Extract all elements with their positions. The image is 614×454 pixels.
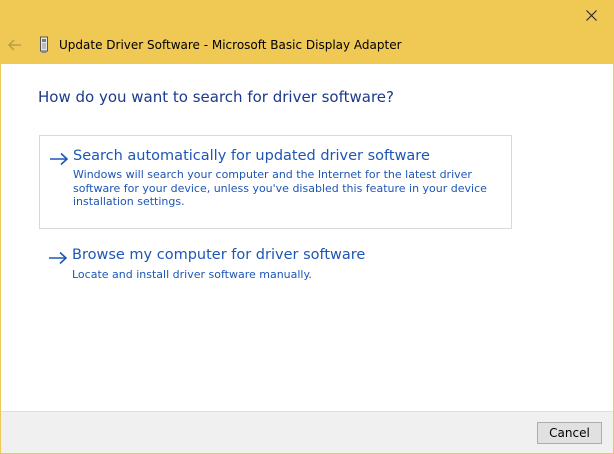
update-driver-window: Update Driver Software - Microsoft Basic… <box>0 0 614 454</box>
search-automatically-option[interactable]: Search automatically for updated driver … <box>39 135 512 229</box>
display-adapter-icon <box>40 36 48 53</box>
arrow-right-icon <box>49 251 68 265</box>
option-description: Windows will search your computer and th… <box>73 168 487 208</box>
close-icon <box>585 9 597 21</box>
window-title: Update Driver Software - Microsoft Basic… <box>59 38 402 52</box>
option-title: Browse my computer for driver software <box>72 247 366 263</box>
back-arrow-icon <box>8 39 21 51</box>
close-button[interactable] <box>568 0 614 30</box>
dialog-footer: Cancel <box>1 411 613 453</box>
page-heading: How do you want to search for driver sof… <box>38 88 394 106</box>
back-button[interactable] <box>6 36 24 54</box>
dialog-content: How do you want to search for driver sof… <box>1 64 613 411</box>
browse-computer-option[interactable]: Browse my computer for driver software L… <box>39 241 512 297</box>
title-bar: Update Driver Software - Microsoft Basic… <box>0 0 614 64</box>
option-description: Locate and install driver software manua… <box>72 268 312 281</box>
option-title: Search automatically for updated driver … <box>73 148 430 164</box>
cancel-button[interactable]: Cancel <box>537 422 602 444</box>
arrow-right-icon <box>50 152 69 166</box>
